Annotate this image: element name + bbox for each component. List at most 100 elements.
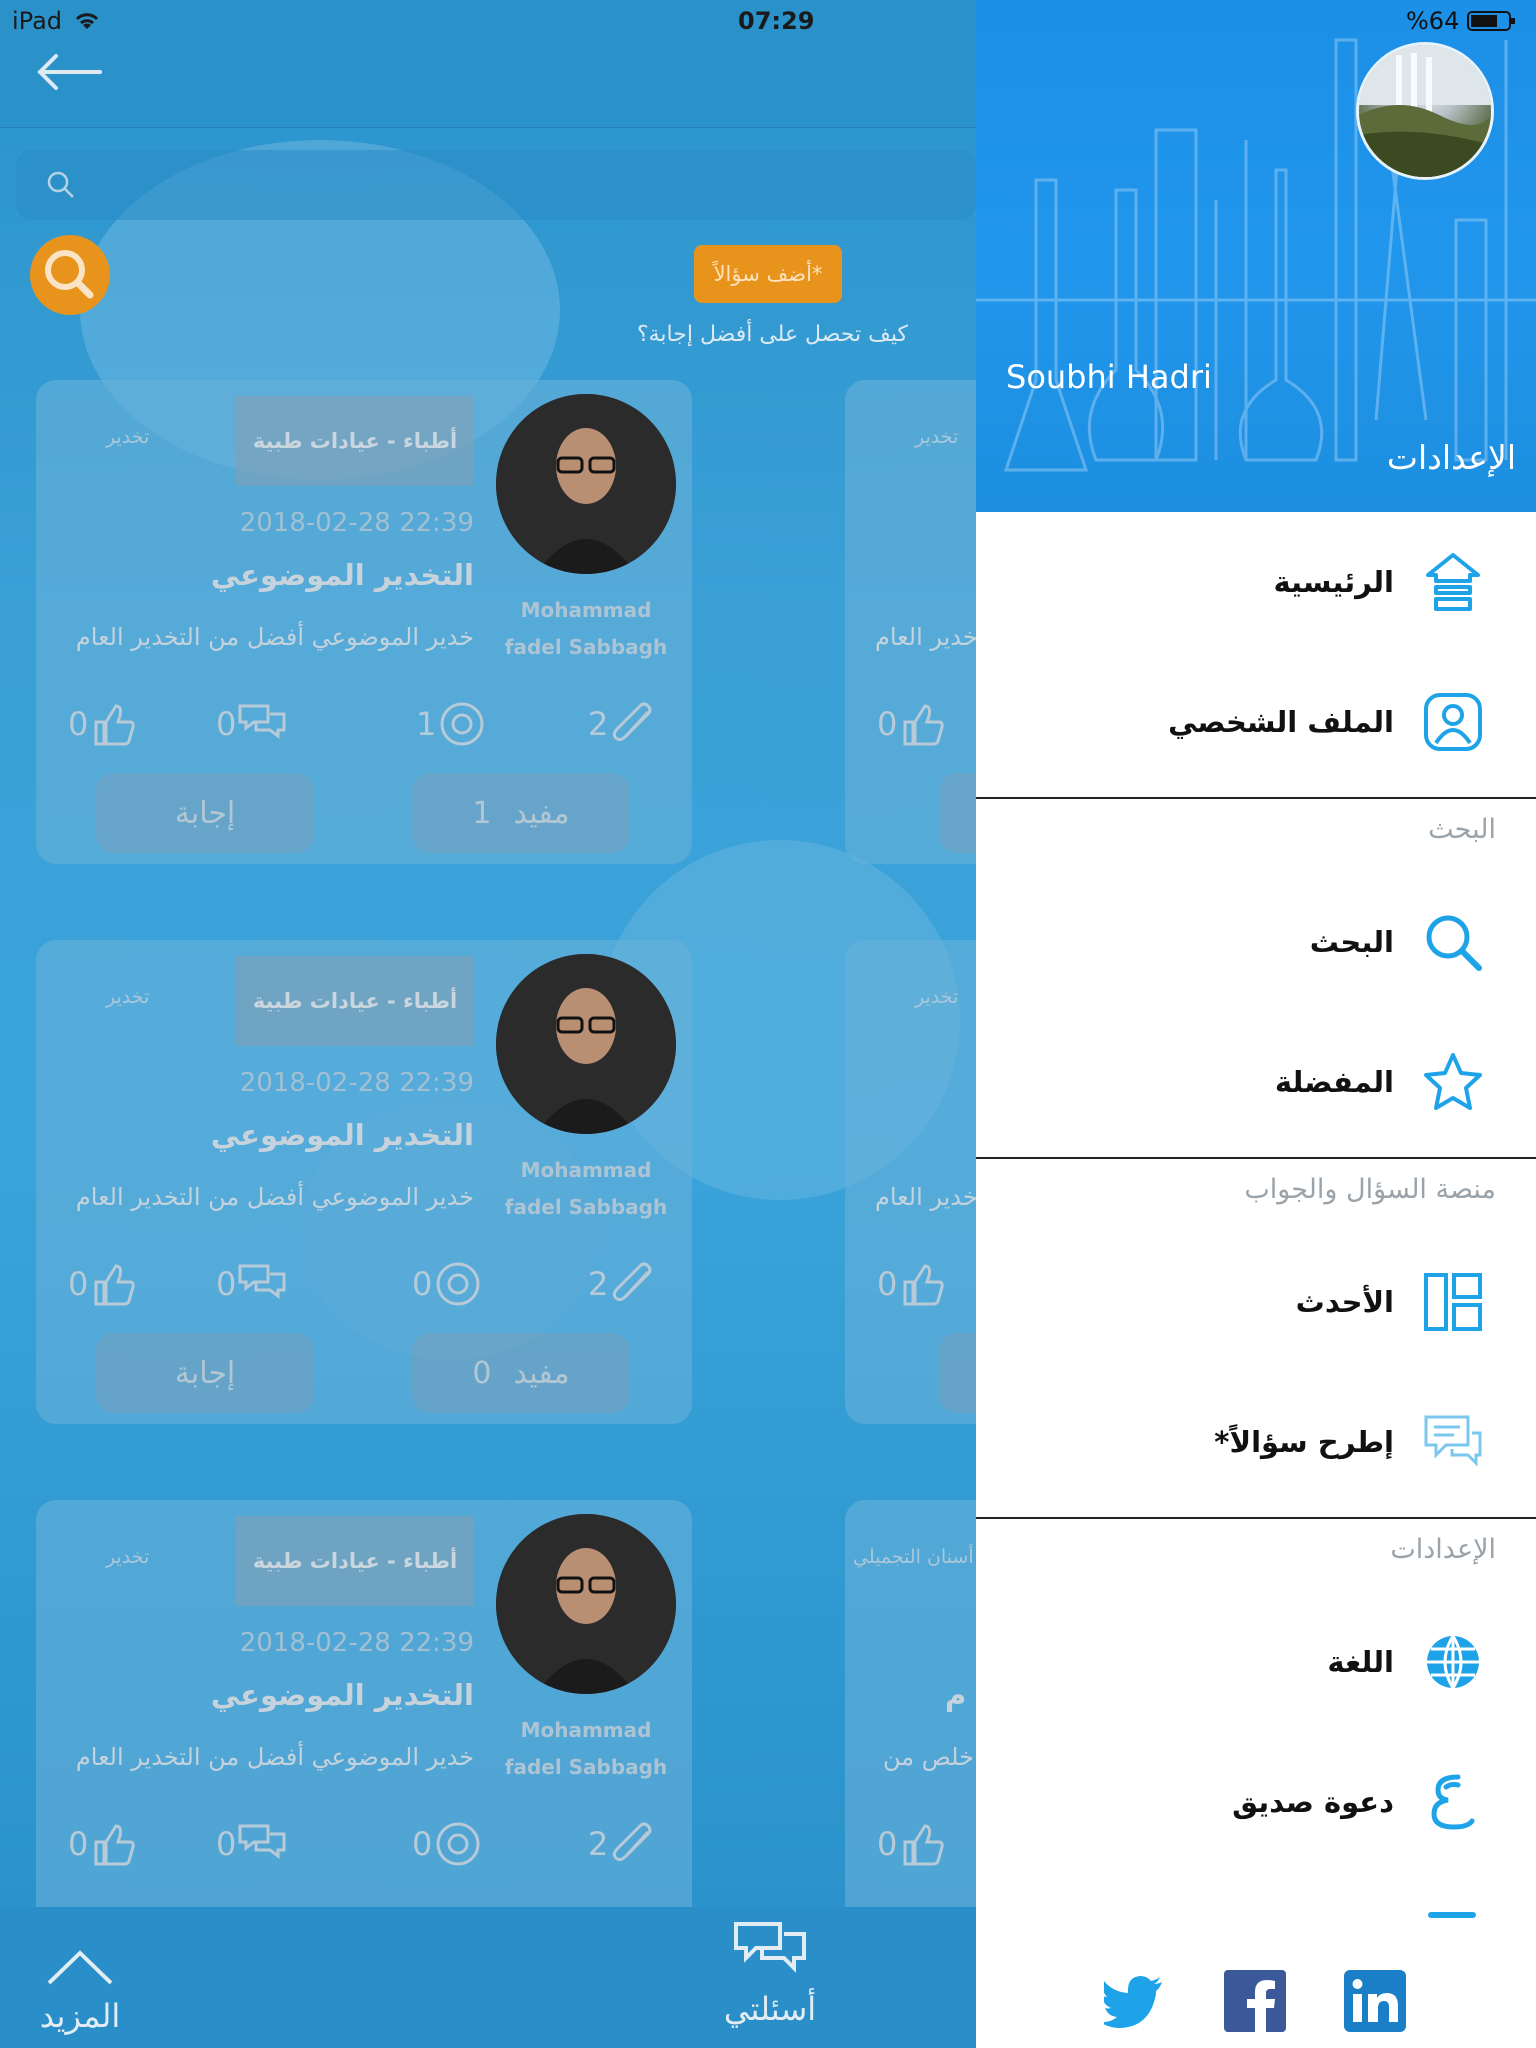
thumbs-up-icon (903, 704, 945, 746)
search-icon (47, 171, 74, 198)
avatar (496, 954, 676, 1134)
paperclip-icon (613, 702, 652, 742)
avatar (496, 394, 676, 574)
attachments-count: 2 (588, 1265, 609, 1303)
tab-my-questions[interactable]: أسئلتي (700, 1920, 840, 2028)
category-tag: أطباء - عيادات طبية (236, 1516, 474, 1606)
author-last-name: fadel Sabbagh (504, 1195, 668, 1219)
useful-button[interactable]: 1 مفيد (412, 773, 630, 853)
question-title[interactable]: التخدير الموضوعي (36, 1678, 474, 1712)
invite-friend-icon (1422, 1771, 1484, 1833)
back-arrow-icon[interactable] (34, 52, 102, 92)
attachments-stat[interactable]: 2 (588, 698, 660, 750)
add-question-button[interactable]: أضف سؤالاً* (694, 245, 842, 303)
menu-item-language[interactable]: اللغة (976, 1592, 1536, 1732)
comments-stat[interactable]: 0 (216, 1258, 288, 1310)
search-round-button[interactable] (30, 235, 110, 315)
tab-more[interactable]: المزيد (20, 1947, 140, 2035)
likes-stat[interactable]: 0 (68, 1818, 140, 1870)
useful-button[interactable] (939, 773, 976, 853)
category-tag: أطباء - عيادات طبية (236, 396, 474, 486)
likes-stat[interactable]: 0 (877, 1818, 949, 1870)
menu-item-home[interactable]: الرئيسية (976, 512, 1536, 652)
menu-item-label: دعوة صديق (1232, 1785, 1394, 1819)
question-card[interactable]: أطباء - عيادات طبية تخدير 2018-02-28 22:… (36, 940, 692, 1424)
main-content-overlay[interactable]: iPad 07:29 أضف سؤالاً* كيف تحصل على أفضل… (0, 0, 976, 2048)
menu-item-latest[interactable]: الأحدث (976, 1232, 1536, 1372)
answer-button[interactable]: إجابة (96, 1333, 314, 1413)
question-excerpt: خدير العام (875, 623, 976, 651)
views-stat: 0 (412, 1818, 484, 1870)
menu-item-label: الرئيسية (1273, 565, 1394, 599)
menu-item-favorites[interactable]: المفضلة (976, 1012, 1536, 1152)
globe-icon (1422, 1631, 1484, 1693)
question-excerpt: خدير الموضوعي أفضل من التخدير العام (75, 1743, 474, 1771)
menu-item-label: *إطرح سؤالاً (1214, 1425, 1394, 1459)
likes-count: 0 (877, 705, 898, 743)
wifi-icon (75, 13, 99, 29)
comments-stat[interactable]: 0 (216, 698, 288, 750)
attachments-count: 2 (588, 705, 609, 743)
comments-stat[interactable]: 0 (216, 1818, 288, 1870)
menu-item-profile[interactable]: الملف الشخصي (976, 652, 1536, 792)
eye-icon (436, 1822, 480, 1866)
answer-button[interactable]: إجابة (96, 773, 314, 853)
status-time: 07:29 (738, 7, 815, 35)
subcategory-label: تخدير (915, 986, 959, 1008)
thumbs-up-icon (94, 1264, 136, 1306)
menu-item-invite-friend[interactable]: دعوة صديق (976, 1732, 1536, 1872)
author-name: Mohammad fadel Sabbagh (496, 1152, 676, 1226)
eye-icon (436, 1262, 480, 1306)
attachments-stat[interactable]: 2 (588, 1818, 660, 1870)
comments-count: 0 (216, 705, 237, 743)
tab-my-questions-label: أسئلتي (723, 1990, 817, 2028)
status-device: iPad (12, 0, 102, 42)
linkedin-icon[interactable] (1344, 1970, 1406, 2032)
question-card[interactable]: أطباء - عيادات طبية تخدير 2018-02-28 22:… (36, 380, 692, 864)
menu-item-search[interactable]: البحث (976, 872, 1536, 1012)
avatar (496, 1514, 676, 1694)
question-card-partial[interactable]: تخدير خدير العام 0 (845, 380, 976, 864)
attachments-stat[interactable]: 2 (588, 1258, 660, 1310)
views-stat: 1 (416, 698, 488, 750)
how-to-get-best-answer-link[interactable]: كيف تحصل على أفضل إجابة؟ (540, 322, 908, 347)
question-date: 2018-02-28 22:39 (239, 1068, 474, 1098)
useful-label: مفيد (513, 1355, 570, 1391)
paperclip-icon (613, 1822, 652, 1862)
menu-item-ask-question[interactable]: *إطرح سؤالاً (976, 1372, 1536, 1512)
subcategory-label: تخدير (106, 426, 150, 448)
question-date: 2018-02-28 22:39 (239, 1628, 474, 1658)
likes-stat[interactable]: 0 (877, 1258, 949, 1310)
home-icon (1422, 551, 1484, 613)
likes-stat[interactable]: 0 (68, 698, 140, 750)
menu-item-label: المفضلة (1274, 1065, 1394, 1099)
status-battery: %64 (1406, 0, 1517, 42)
divider (976, 1157, 1536, 1159)
useful-button[interactable]: 0 مفيد (412, 1333, 630, 1413)
useful-button[interactable] (939, 1333, 976, 1413)
likes-count: 0 (68, 705, 89, 743)
search-icon (1422, 911, 1484, 973)
top-nav-bar (0, 0, 976, 128)
drawer-settings-title[interactable]: الإعدادات (1387, 438, 1516, 477)
question-title[interactable]: التخدير الموضوعي (36, 558, 474, 592)
battery-icon (1467, 11, 1516, 31)
likes-stat[interactable]: 0 (877, 698, 949, 750)
views-count: 0 (412, 1265, 433, 1303)
facebook-icon[interactable] (1224, 1970, 1286, 2032)
menu-item-partial-icon (1428, 1912, 1476, 1918)
question-card-partial[interactable]: تخدير خدير العام 0 (845, 940, 976, 1424)
question-title[interactable]: التخدير الموضوعي (36, 1118, 474, 1152)
likes-stat[interactable]: 0 (68, 1258, 140, 1310)
useful-count: 1 (472, 795, 492, 831)
likes-count: 0 (68, 1265, 89, 1303)
twitter-icon[interactable] (1100, 1970, 1166, 2032)
question-excerpt: خلص من (883, 1743, 974, 1771)
author-first-name: Mohammad (520, 1718, 652, 1742)
profile-avatar[interactable] (1356, 42, 1494, 180)
menu-item-label: البحث (1309, 925, 1394, 959)
likes-count: 0 (68, 1825, 89, 1863)
author-last-name: fadel Sabbagh (504, 635, 668, 659)
author-name: Mohammad fadel Sabbagh (496, 1712, 676, 1786)
search-input[interactable] (16, 150, 976, 220)
